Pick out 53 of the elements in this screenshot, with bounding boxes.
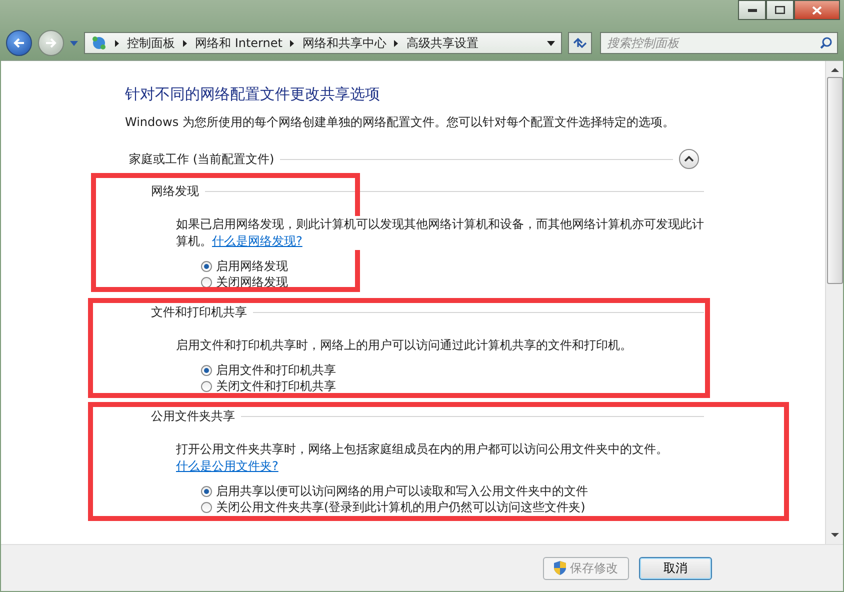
address-bar[interactable]: 控制面板 网络和 Internet 网络和共享中心 高级共享设置 — [84, 32, 562, 54]
breadcrumb-item[interactable]: 控制面板 — [127, 34, 175, 52]
page-description: Windows 为您所使用的每个网络创建单独的网络配置文件。您可以针对每个配置文件选择特定的选项。 — [125, 114, 676, 131]
radio-button[interactable] — [201, 364, 212, 376]
radio-option[interactable]: 启用共享以便可以访问网络的用户可以读取和写入公用文件夹中的文件 — [201, 483, 588, 499]
section-heading: 公用文件夹共享 — [151, 408, 235, 425]
radio-option[interactable]: 关闭文件和打印机共享 — [201, 378, 336, 394]
forward-button[interactable] — [38, 30, 64, 56]
page-title: 针对不同的网络配置文件更改共享选项 — [125, 85, 381, 104]
breadcrumb-arrow-icon — [183, 40, 187, 46]
collapse-button[interactable] — [679, 149, 699, 169]
close-icon — [812, 6, 822, 14]
radio-option[interactable]: 启用网络发现 — [201, 258, 288, 274]
shield-icon — [554, 561, 566, 575]
back-arrow-icon — [13, 38, 25, 48]
maximize-button[interactable] — [766, 0, 794, 20]
breadcrumb-item[interactable]: 网络和 Internet — [195, 34, 282, 52]
radio-button[interactable] — [201, 502, 212, 512]
profile-heading: 家庭或工作 (当前配置文件) — [129, 150, 274, 168]
chevron-icon — [684, 156, 694, 162]
refresh-arrows-icon — [573, 37, 587, 49]
dropdown-caret-icon[interactable] — [547, 40, 555, 46]
refresh-button[interactable] — [568, 32, 592, 54]
close-button[interactable] — [794, 0, 840, 20]
breadcrumb-item[interactable]: 网络和共享中心 — [302, 34, 386, 52]
radio-button[interactable] — [201, 276, 212, 288]
minimize-icon — [748, 8, 756, 12]
network-globe-icon — [91, 35, 107, 51]
section-heading: 文件和打印机共享 — [151, 304, 247, 321]
radio-option[interactable]: 关闭公用文件夹共享(登录到此计算机的用户仍然可以访问这些文件夹) — [201, 499, 586, 515]
scroll-down-icon[interactable] — [830, 530, 838, 540]
section-description: 如果已启用网络发现，则此计算机可以发现其他网络计算机和设备，而其他网络计算机亦可发现此计算机。什么是网络发现? — [176, 216, 704, 250]
breadcrumb-arrow-icon — [290, 40, 294, 46]
radio-option[interactable]: 关闭网络发现 — [201, 274, 288, 290]
help-link[interactable]: 什么是网络发现? — [212, 234, 302, 248]
help-link[interactable]: 什么是公用文件夹? — [176, 459, 278, 473]
breadcrumb-arrow-icon — [115, 40, 119, 46]
section-heading: 网络发现 — [151, 183, 199, 200]
radio-button[interactable] — [201, 260, 212, 272]
back-button[interactable] — [6, 30, 32, 56]
radio-button[interactable] — [201, 380, 212, 392]
radio-button[interactable] — [201, 486, 212, 496]
minimize-button[interactable] — [738, 0, 766, 20]
search-field[interactable]: 搜索控制面板 — [600, 32, 838, 54]
forward-arrow-icon — [45, 38, 57, 48]
cancel-button[interactable]: 取消 — [639, 556, 712, 580]
scrollbar-thumb[interactable] — [826, 77, 842, 284]
maximize-icon — [775, 6, 785, 14]
scroll-up-icon[interactable] — [830, 65, 838, 75]
breadcrumb-item[interactable]: 高级共享设置 — [406, 34, 478, 52]
breadcrumb-arrow-icon — [394, 40, 398, 46]
radio-option[interactable]: 启用文件和打印机共享 — [201, 362, 336, 378]
search-icon — [820, 37, 832, 49]
